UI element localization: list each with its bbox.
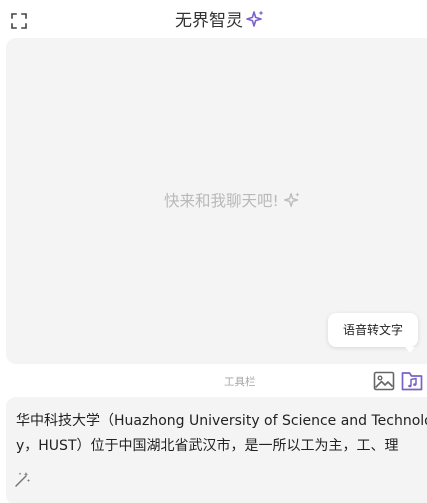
title-container: 无界智灵 <box>0 9 427 33</box>
audio-file-icon[interactable] <box>401 370 423 392</box>
voice-to-text-tooltip: 语音转文字 <box>328 313 418 353</box>
chat-window: 无界智灵 快来和我聊天吧! 语音转文字 工具栏 华中科技大学（Huazhong … <box>0 0 427 503</box>
input-line: 华中科技大学（Huazhong University of Science an… <box>16 413 427 429</box>
app-title: 无界智灵 <box>175 11 243 31</box>
image-icon[interactable] <box>373 370 395 392</box>
toolbar: 工具栏 <box>0 366 427 396</box>
message-input[interactable]: 华中科技大学（Huazhong University of Science an… <box>16 409 427 461</box>
empty-prompt-text: 快来和我聊天吧! <box>164 192 279 210</box>
empty-chat-prompt: 快来和我聊天吧! <box>164 190 301 212</box>
header: 无界智灵 <box>0 0 427 38</box>
sparkle-icon <box>283 191 301 209</box>
input-line: y，HUST）位于中国湖北省武汉市，是一所以工为主，工、理 <box>16 438 399 454</box>
toolbar-label: 工具栏 <box>224 376 256 388</box>
sparkle-icon <box>245 9 265 29</box>
magic-wand-icon[interactable] <box>14 471 31 488</box>
